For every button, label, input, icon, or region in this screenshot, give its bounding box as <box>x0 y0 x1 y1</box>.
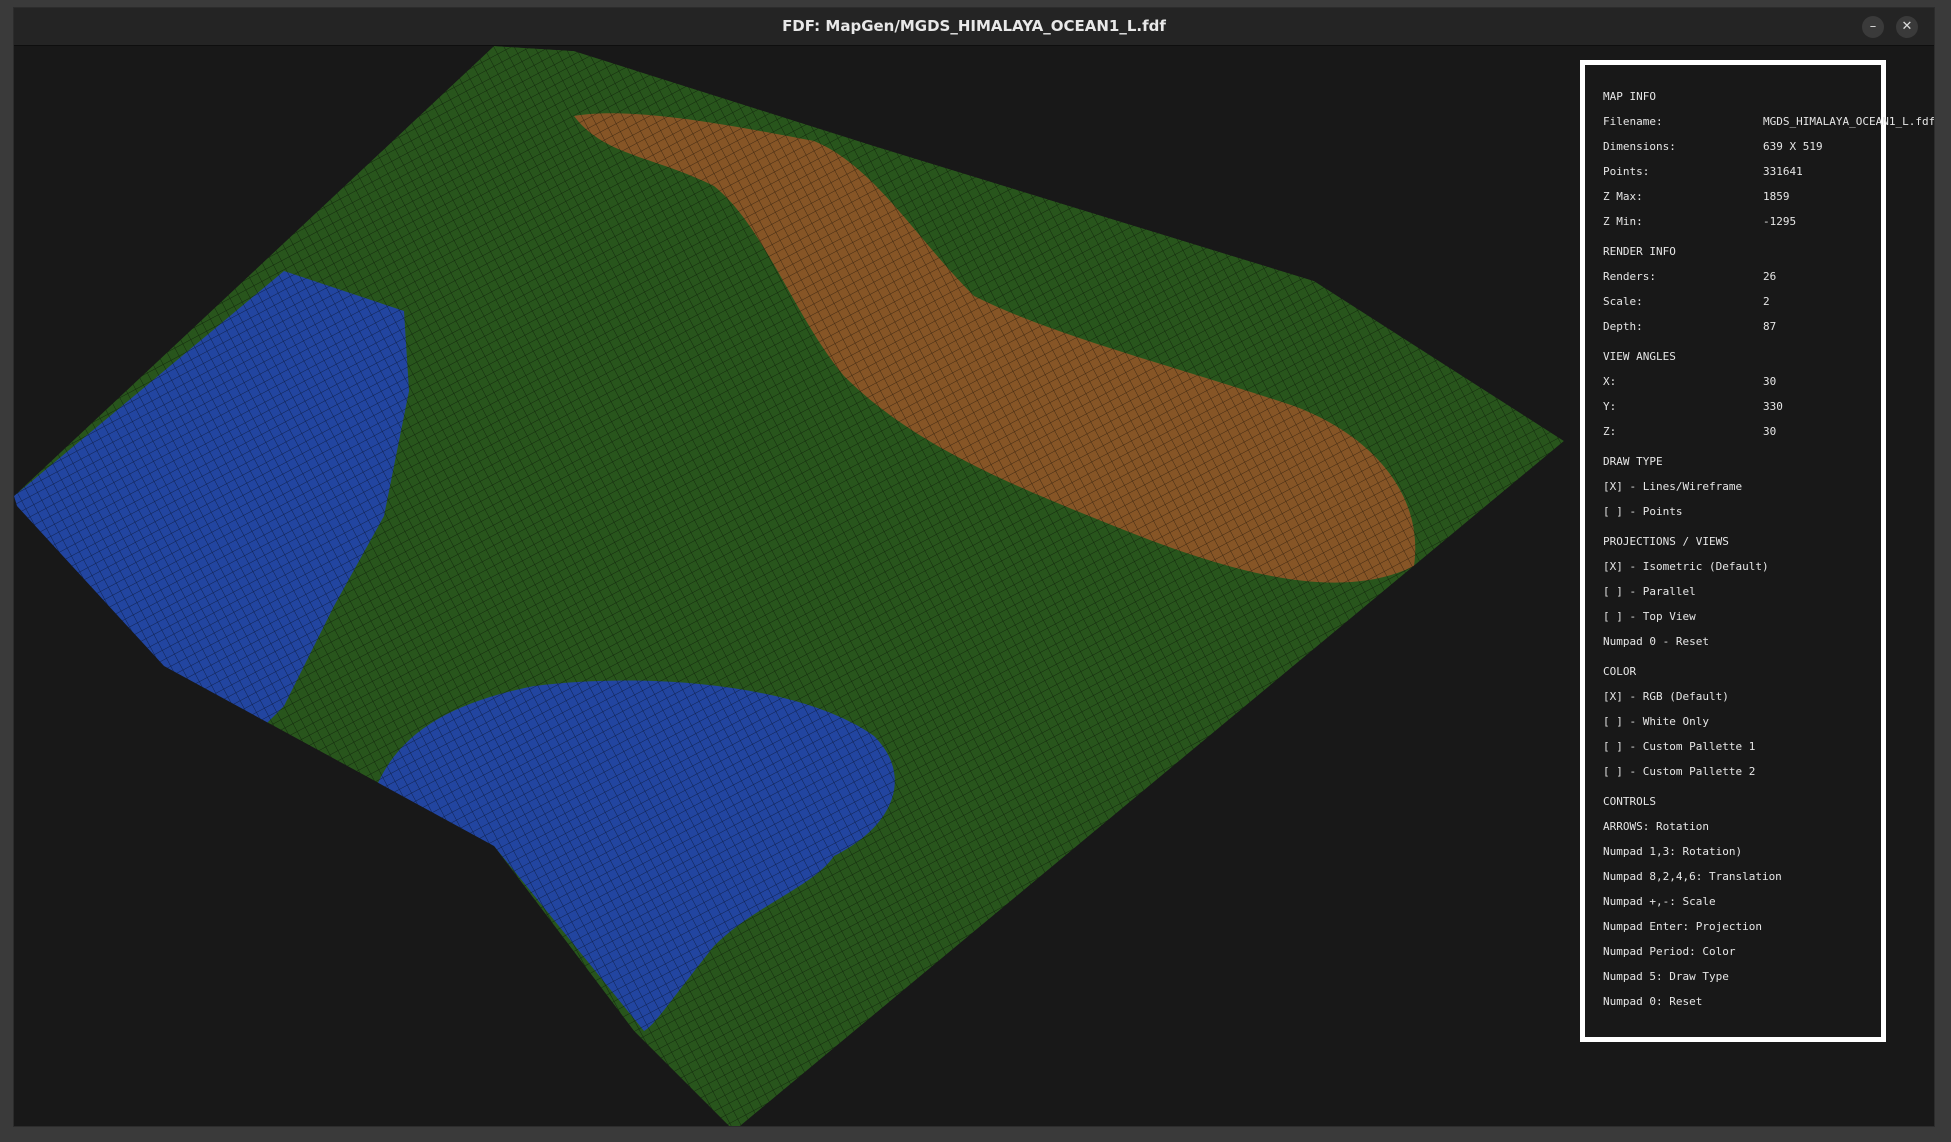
close-icon[interactable]: ✕ <box>1896 16 1918 38</box>
points-label: Points: <box>1603 165 1650 178</box>
view-angles-header: VIEW ANGLES <box>1603 350 1676 363</box>
control-reset: Numpad 0: Reset <box>1603 995 1703 1008</box>
angle-z-label: Z: <box>1603 425 1617 438</box>
draw-type-header: DRAW TYPE <box>1603 455 1663 468</box>
control-color: Numpad Period: Color <box>1603 945 1736 958</box>
control-projection: Numpad Enter: Projection <box>1603 920 1762 933</box>
depth-value: 87 <box>1763 320 1777 333</box>
angle-z-value: 30 <box>1763 425 1777 438</box>
filename-value: MGDS_HIMALAYA_OCEAN1_L.fdf <box>1763 115 1935 128</box>
projection-top-view: [ ] - Top View <box>1603 610 1696 623</box>
dimensions-value: 639 X 519 <box>1763 140 1823 153</box>
depth-label: Depth: <box>1603 320 1643 333</box>
minimize-icon[interactable]: – <box>1862 16 1884 38</box>
window-title: FDF: MapGen/MGDS_HIMALAYA_OCEAN1_L.fdf <box>782 17 1166 35</box>
control-draw-type: Numpad 5: Draw Type <box>1603 970 1729 983</box>
renders-label: Renders: <box>1603 270 1656 283</box>
angle-y-label: Y: <box>1603 400 1617 413</box>
color-custom-2: [ ] - Custom Pallette 2 <box>1603 765 1756 778</box>
points-value: 331641 <box>1763 165 1803 178</box>
projection-isometric: [X] - Isometric (Default) <box>1603 560 1769 573</box>
control-translation: Numpad 8,2,4,6: Translation <box>1603 870 1782 883</box>
zmax-label: Z Max: <box>1603 190 1643 203</box>
projections-header: PROJECTIONS / VIEWS <box>1603 535 1729 548</box>
controls-header: CONTROLS <box>1603 795 1656 808</box>
color-rgb: [X] - RGB (Default) <box>1603 690 1729 703</box>
angle-x-value: 30 <box>1763 375 1777 388</box>
draw-type-lines: [X] - Lines/Wireframe <box>1603 480 1743 493</box>
angle-x-label: X: <box>1603 375 1617 388</box>
control-arrows: ARROWS: Rotation <box>1603 820 1709 833</box>
dimensions-label: Dimensions: <box>1603 140 1676 153</box>
projection-reset: Numpad 0 - Reset <box>1603 635 1709 648</box>
filename-label: Filename: <box>1603 115 1663 128</box>
color-header: COLOR <box>1603 665 1637 678</box>
angle-y-value: 330 <box>1763 400 1783 413</box>
control-rotation: Numpad 1,3: Rotation) <box>1603 845 1743 858</box>
scale-value: 2 <box>1763 295 1770 308</box>
map-info-header: MAP INFO <box>1603 90 1656 103</box>
zmin-value: -1295 <box>1763 215 1797 228</box>
fdf-window: FDF: MapGen/MGDS_HIMALAYA_OCEAN1_L.fdf –… <box>13 7 1935 1127</box>
title-bar[interactable]: FDF: MapGen/MGDS_HIMALAYA_OCEAN1_L.fdf –… <box>14 8 1934 46</box>
projection-parallel: [ ] - Parallel <box>1603 585 1696 598</box>
render-info-header: RENDER INFO <box>1603 245 1676 258</box>
draw-type-points: [ ] - Points <box>1603 505 1683 518</box>
renders-value: 26 <box>1763 270 1777 283</box>
zmin-label: Z Min: <box>1603 215 1643 228</box>
info-panel: MAP INFO Filename: MGDS_HIMALAYA_OCEAN1_… <box>1580 60 1934 1042</box>
zmax-value: 1859 <box>1763 190 1790 203</box>
color-white-only: [ ] - White Only <box>1603 715 1709 728</box>
scale-label: Scale: <box>1603 295 1643 308</box>
control-scale: Numpad +,-: Scale <box>1603 895 1716 908</box>
color-custom-1: [ ] - Custom Pallette 1 <box>1603 740 1756 753</box>
